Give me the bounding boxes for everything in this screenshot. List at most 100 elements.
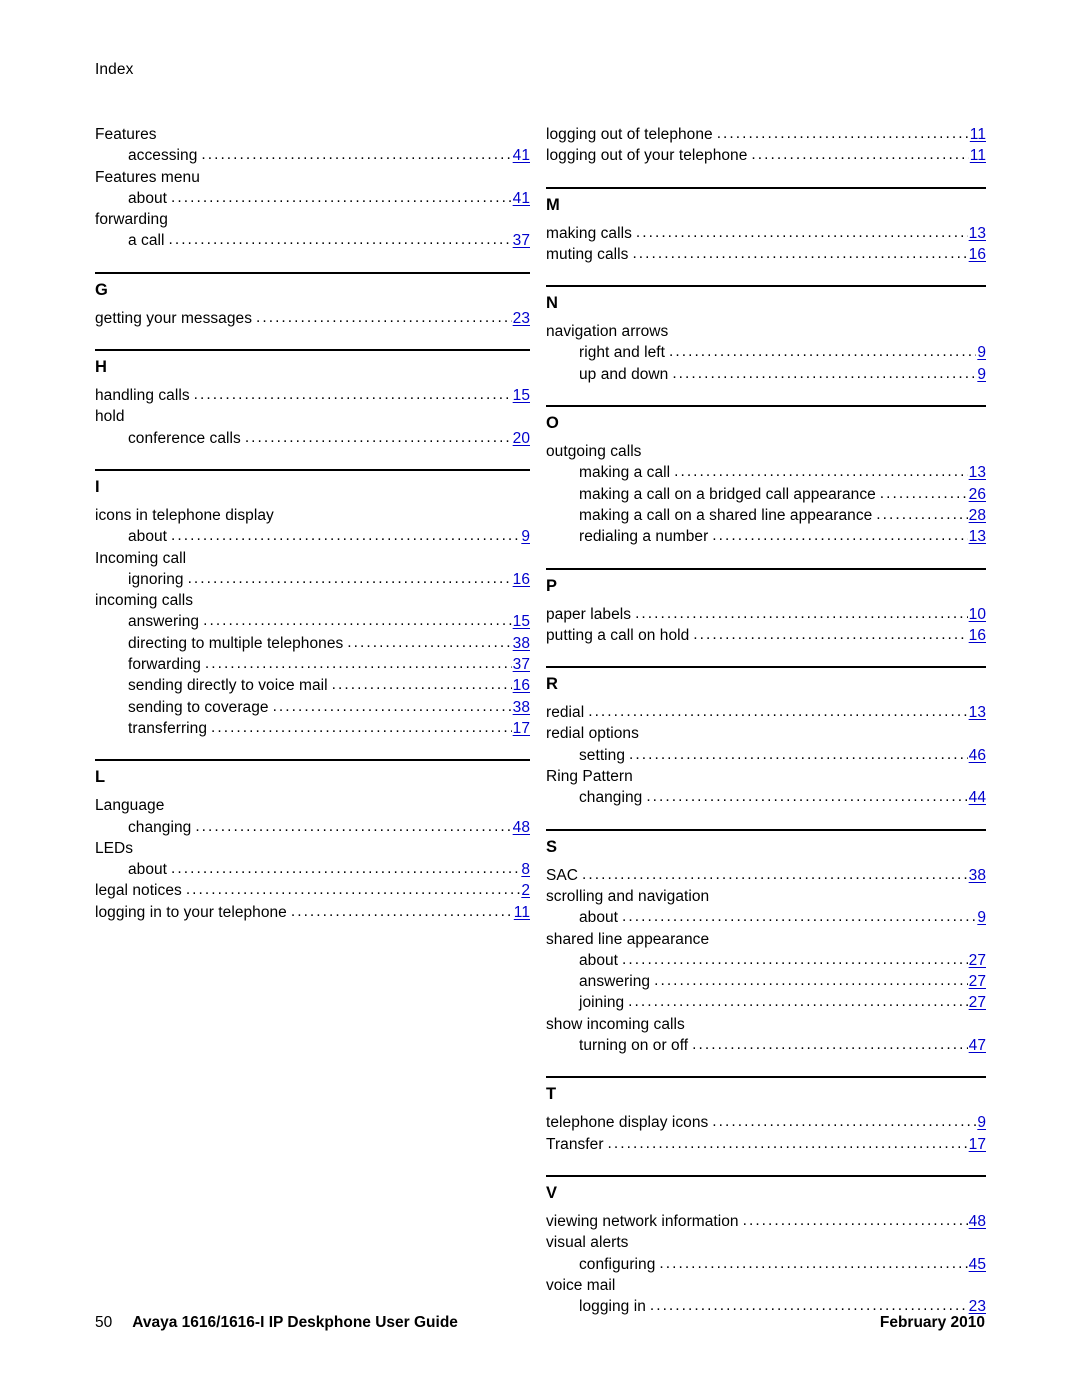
index-entry[interactable]: Transfer................................… — [546, 1134, 986, 1155]
index-entry[interactable]: paper labels............................… — [546, 604, 986, 625]
index-entry[interactable]: answering...............................… — [546, 971, 986, 992]
index-entry[interactable]: a call..................................… — [95, 230, 530, 251]
index-entry[interactable]: logging out of your telephone...........… — [546, 145, 986, 166]
index-entry[interactable]: SAC.....................................… — [546, 865, 986, 886]
index-entry[interactable]: viewing network information.............… — [546, 1211, 986, 1232]
index-entry-page-link[interactable]: 27 — [969, 950, 986, 971]
index-entry-page-link[interactable]: 15 — [513, 611, 530, 632]
index-entry-page-link[interactable]: 38 — [513, 697, 530, 718]
index-entry-label: forwarding — [95, 211, 168, 229]
index-entry-page-link[interactable]: 9 — [977, 342, 986, 363]
index-entry-page-link[interactable]: 2 — [521, 880, 530, 901]
index-entry-heading: incoming calls..........................… — [95, 590, 530, 611]
index-entry[interactable]: logging in to your telephone............… — [95, 902, 530, 923]
index-entry[interactable]: transferring............................… — [95, 718, 530, 739]
index-entry-page-link[interactable]: 11 — [514, 902, 530, 923]
index-entry-page-link[interactable]: 37 — [513, 230, 530, 251]
index-entry-page-link[interactable]: 47 — [969, 1035, 986, 1056]
index-entry-page-link[interactable]: 48 — [969, 1211, 986, 1232]
index-entry-page-link[interactable]: 9 — [977, 1112, 986, 1133]
index-entry[interactable]: changing................................… — [546, 787, 986, 808]
index-entry-page-link[interactable]: 11 — [970, 124, 986, 145]
index-entry-page-link[interactable]: 17 — [513, 718, 530, 739]
index-entry[interactable]: configuring.............................… — [546, 1254, 986, 1275]
leader-dots: ........................................… — [290, 902, 513, 920]
index-entry[interactable]: conference calls........................… — [95, 428, 530, 449]
index-entry[interactable]: joining.................................… — [546, 992, 986, 1013]
index-entry-heading: Language................................… — [95, 795, 530, 816]
index-entry[interactable]: turning on or off.......................… — [546, 1035, 986, 1056]
index-entry[interactable]: getting your messages...................… — [95, 308, 530, 329]
index-entry-page-link[interactable]: 9 — [977, 907, 986, 928]
index-entry[interactable]: making a call...........................… — [546, 462, 986, 483]
index-entry-page-link[interactable]: 11 — [970, 145, 986, 166]
index-entry-label: muting calls — [546, 245, 629, 263]
index-entry[interactable]: telephone display icons.................… — [546, 1112, 986, 1133]
index-entry-page-link[interactable]: 20 — [513, 428, 530, 449]
index-entry[interactable]: ignoring................................… — [95, 569, 530, 590]
index-entry-page-link[interactable]: 27 — [969, 971, 986, 992]
index-entry-page-link[interactable]: 38 — [969, 865, 986, 886]
index-entry[interactable]: about...................................… — [95, 526, 530, 547]
index-entry-page-link[interactable]: 27 — [969, 992, 986, 1013]
index-entry-page-link[interactable]: 48 — [513, 817, 530, 838]
index-entry[interactable]: about...................................… — [95, 188, 530, 209]
index-entry[interactable]: making calls............................… — [546, 223, 986, 244]
index-entry-page-link[interactable]: 26 — [969, 484, 986, 505]
index-entry-page-link[interactable]: 15 — [513, 385, 530, 406]
index-entry-page-link[interactable]: 13 — [969, 526, 986, 547]
index-entry-page-link[interactable]: 9 — [977, 364, 986, 385]
index-entry-page-link[interactable]: 13 — [969, 462, 986, 483]
index-entry-page-link[interactable]: 41 — [513, 145, 530, 166]
index-entry[interactable]: making a call on a shared line appearanc… — [546, 505, 986, 526]
leader-dots: ........................................… — [632, 244, 967, 262]
index-entry-page-link[interactable]: 13 — [969, 702, 986, 723]
index-entry-page-link[interactable]: 23 — [513, 308, 530, 329]
index-entry[interactable]: changing................................… — [95, 817, 530, 838]
index-entry[interactable]: muting calls............................… — [546, 244, 986, 265]
index-entry[interactable]: right and left..........................… — [546, 342, 986, 363]
index-entry-page-link[interactable]: 38 — [513, 633, 530, 654]
index-entry[interactable]: redialing a number......................… — [546, 526, 986, 547]
index-entry-page-link[interactable]: 28 — [969, 505, 986, 526]
index-entry-page-link[interactable]: 17 — [969, 1134, 986, 1155]
index-entry-page-link[interactable]: 45 — [969, 1254, 986, 1275]
index-entry-page-link[interactable]: 8 — [521, 859, 530, 880]
index-entry-page-link[interactable]: 13 — [969, 223, 986, 244]
index-entry[interactable]: legal notices...........................… — [95, 880, 530, 901]
index-entry-page-link[interactable]: 16 — [513, 569, 530, 590]
index-entry[interactable]: accessing...............................… — [95, 145, 530, 166]
index-entry-page-link[interactable]: 41 — [513, 188, 530, 209]
index-entry[interactable]: forwarding..............................… — [95, 654, 530, 675]
index-entry[interactable]: logging out of telephone................… — [546, 124, 986, 145]
index-entry[interactable]: handling calls..........................… — [95, 385, 530, 406]
index-entry-page-link[interactable]: 9 — [521, 526, 530, 547]
index-entry[interactable]: redial..................................… — [546, 702, 986, 723]
index-entry-page-link[interactable]: 37 — [513, 654, 530, 675]
index-entry[interactable]: making a call on a bridged call appearan… — [546, 484, 986, 505]
section-entries: SAC.....................................… — [546, 865, 986, 1057]
index-entry[interactable]: setting.................................… — [546, 745, 986, 766]
section-entries: handling calls..........................… — [95, 385, 530, 449]
index-entry[interactable]: sending to coverage.....................… — [95, 697, 530, 718]
index-entry-page-link[interactable]: 10 — [969, 604, 986, 625]
index-entry[interactable]: directing to multiple telephones........… — [95, 633, 530, 654]
index-entry-label: joining — [579, 994, 625, 1012]
index-entry-page-link[interactable]: 46 — [969, 745, 986, 766]
index-entry[interactable]: sending directly to voice mail..........… — [95, 675, 530, 696]
index-entry[interactable]: putting a call on hold..................… — [546, 625, 986, 646]
index-entry-page-link[interactable]: 16 — [969, 625, 986, 646]
index-entry-page-link[interactable]: 16 — [969, 244, 986, 265]
section-letter: N — [546, 294, 559, 313]
index-entry[interactable]: answering...............................… — [95, 611, 530, 632]
index-entry-page-link[interactable]: 44 — [969, 787, 986, 808]
index-entry[interactable]: about...................................… — [546, 950, 986, 971]
index-entry-page-link[interactable]: 16 — [513, 675, 530, 696]
index-entry[interactable]: about...................................… — [546, 907, 986, 928]
index-entry[interactable]: about...................................… — [95, 859, 530, 880]
footer-date: February 2010 — [879, 1314, 985, 1331]
index-entry-label: sending directly to voice mail — [128, 677, 328, 695]
index-entry[interactable]: up and down.............................… — [546, 364, 986, 385]
